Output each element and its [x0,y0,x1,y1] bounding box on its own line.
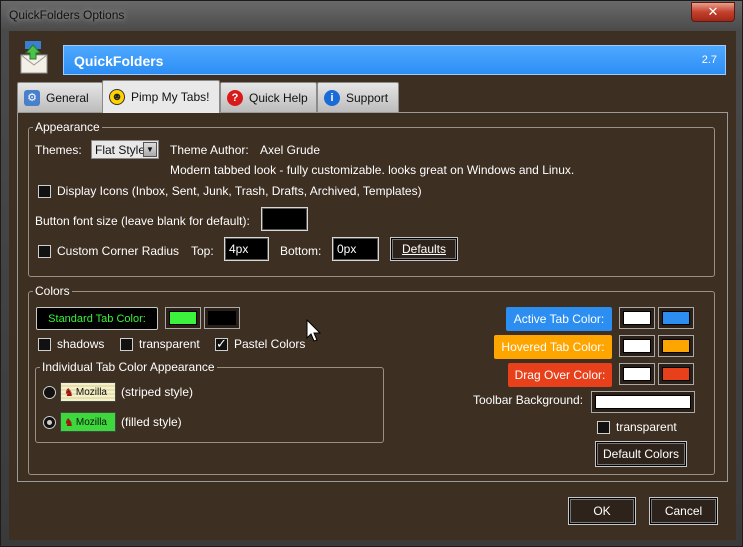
striped-preview-tab: ♞ Mozilla [60,382,116,402]
quickfolders-logo-icon [19,41,51,75]
theme-description: Modern tabbed look - fully customizable.… [170,163,575,177]
shadows-checkbox[interactable] [38,338,51,351]
tab-pimp-my-tabs[interactable]: ☻ Pimp My Tabs! [102,80,220,113]
transparent-label: transparent [139,337,200,351]
filled-style-label: (filled style) [121,415,182,429]
tab-support-label: Support [346,90,389,105]
drag-over-color-label: Drag Over Color: [508,363,612,387]
header-banner: QuickFolders 2.7 [63,45,726,75]
shadows-label: shadows [57,337,105,351]
colors-legend: Colors [33,284,72,298]
title-bar[interactable]: QuickFolders Options ✕ [1,1,742,31]
toolbar-background-swatch[interactable] [591,391,695,413]
colors-group: Colors Standard Tab Color: shadows trans… [28,284,715,475]
standard-tab-bg-fill [169,311,197,325]
toolbar-background-label: Toolbar Background: [473,393,584,407]
pimp-tabs-panel: Appearance Themes: Flat Style ▼ Theme Au… [17,112,728,482]
top-radius-label: Top: [191,244,214,258]
drag-over-text-swatch[interactable] [619,363,655,385]
version-label: 2.7 [701,54,717,66]
options-window: QuickFolders Options ✕ QuickFolders 2.7 … [0,0,743,547]
toolbar-background-fill [595,395,691,409]
filled-preview-text: Mozilla [75,416,107,428]
cancel-button[interactable]: Cancel [649,497,718,525]
display-icons-checkbox[interactable] [38,185,51,198]
active-tab-bg-swatch[interactable] [658,307,694,329]
themes-label: Themes: [35,143,82,157]
default-colors-button[interactable]: Default Colors [595,441,687,467]
dropdown-arrow-icon: ▼ [143,142,157,157]
filled-preview-tab: ♞ Mozilla [60,412,116,432]
active-tab-color-label: Active Tab Color: [506,307,612,331]
theme-select[interactable]: Flat Style ▼ [91,140,159,159]
mouse-cursor-icon [306,319,322,342]
tab-pimp-label: Pimp My Tabs! [131,90,210,104]
dialog-client-area: QuickFolders 2.7 ⚙ General ☻ Pimp My Tab… [9,31,736,540]
individual-tab-color-group: Individual Tab Color Appearance ♞ Mozill… [35,360,384,443]
appearance-group: Appearance Themes: Flat Style ▼ Theme Au… [28,120,715,277]
standard-tab-text-fill [208,311,236,325]
standard-tab-text-swatch[interactable] [204,307,240,329]
ok-button[interactable]: OK [568,497,636,525]
tab-support[interactable]: i Support [317,82,399,112]
tab-quick-help-label: Quick Help [249,90,308,105]
hovered-tab-bg-fill [662,339,690,353]
hovered-tab-color-label: Hovered Tab Color: [494,335,612,359]
hovered-tab-text-swatch[interactable] [619,335,655,357]
filled-style-radio[interactable] [43,416,56,429]
smiley-icon: ☻ [109,89,125,105]
display-icons-label: Display Icons (Inbox, Sent, Junk, Trash,… [57,184,422,198]
transparent-checkbox[interactable] [120,338,133,351]
drag-over-bg-swatch[interactable] [658,363,694,385]
drag-over-text-fill [623,367,651,381]
individual-tab-legend: Individual Tab Color Appearance [40,360,217,374]
close-button[interactable]: ✕ [691,2,735,22]
corner-radius-checkbox[interactable] [38,245,51,258]
bottom-radius-input[interactable]: 0px [332,237,379,261]
defaults-button[interactable]: Defaults [390,237,458,261]
theme-author-label: Theme Author: [170,143,249,157]
active-tab-text-swatch[interactable] [619,307,655,329]
standard-tab-bg-swatch[interactable] [165,307,201,329]
corner-radius-label: Custom Corner Radius [57,244,180,258]
mozilla-dino-icon: ♞ [64,386,74,399]
pastel-colors-label: Pastel Colors [234,337,306,351]
tab-general-label: General [46,90,89,105]
theme-author-value: Axel Grude [260,143,321,157]
standard-tab-color-label: Standard Tab Color: [36,307,158,330]
top-radius-input[interactable]: 4px [224,237,269,261]
window-title: QuickFolders Options [9,8,125,22]
gear-icon: ⚙ [24,89,40,106]
hovered-tab-bg-swatch[interactable] [658,335,694,357]
banner-title: QuickFolders [74,53,164,69]
active-tab-text-fill [623,311,651,325]
hovered-tab-text-fill [623,339,651,353]
info-icon: i [324,89,340,106]
bottom-radius-label: Bottom: [280,244,322,258]
toolbar-transparent-label: transparent [616,420,677,434]
striped-style-label: (striped style) [121,385,194,399]
appearance-legend: Appearance [33,120,102,134]
help-icon: ? [227,89,243,106]
striped-style-radio[interactable] [43,386,56,399]
theme-select-value: Flat Style [95,143,146,157]
pastel-colors-checkbox[interactable] [215,336,228,352]
drag-over-bg-fill [662,367,690,381]
mozilla-dino-icon: ♞ [64,416,74,429]
tab-quick-help[interactable]: ? Quick Help [220,82,317,112]
font-size-label: Button font size (leave blank for defaul… [35,214,250,228]
tab-general[interactable]: ⚙ General [17,82,103,112]
striped-preview-text: Mozilla [75,386,107,398]
active-tab-bg-fill [662,311,690,325]
toolbar-transparent-checkbox[interactable] [597,421,610,434]
font-size-input[interactable] [261,207,308,231]
